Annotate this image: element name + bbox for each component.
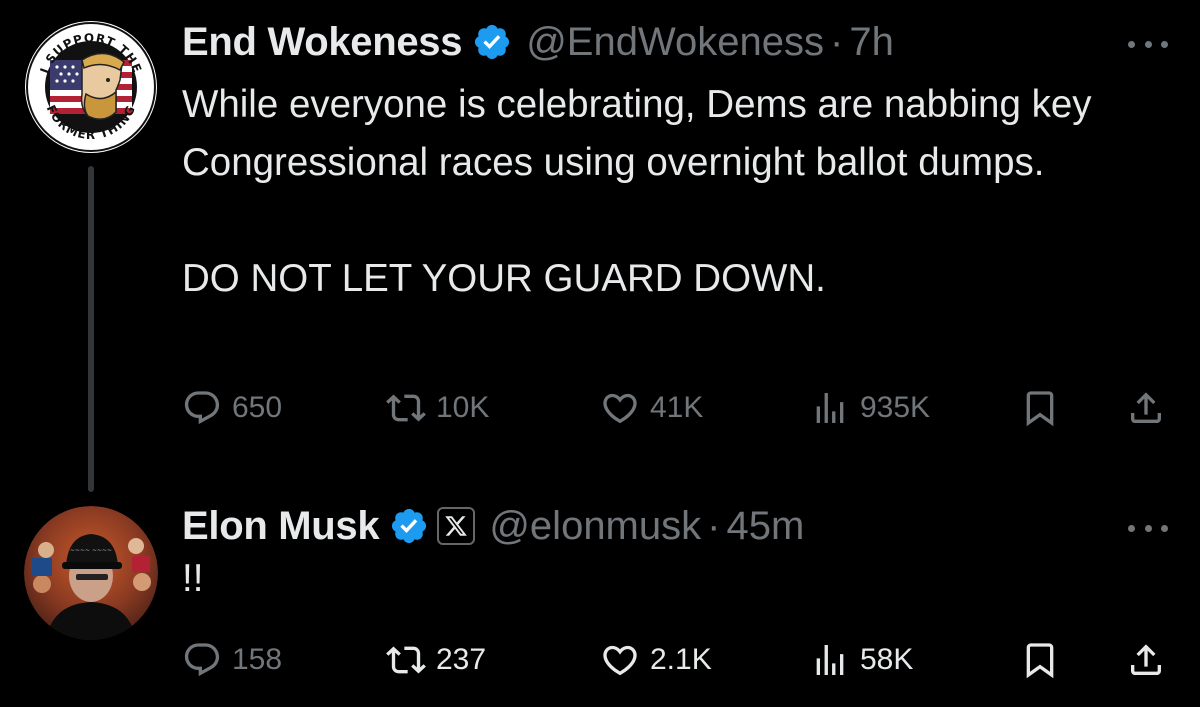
retweet-count: 10K — [436, 391, 490, 424]
retweet-count: 237 — [436, 643, 487, 676]
views-count: 935K — [860, 391, 931, 424]
separator-dot: · — [830, 19, 844, 64]
bookmark-button[interactable] — [1020, 638, 1060, 682]
reply-icon — [184, 391, 220, 425]
heart-icon — [603, 393, 637, 424]
reply-count: 650 — [232, 391, 283, 424]
svg-text:~~~~ ~~~~: ~~~~ ~~~~ — [70, 547, 112, 554]
tweet-actions: 650 10K 41K 935K — [182, 386, 1172, 430]
reply-button[interactable]: 158 — [182, 638, 282, 682]
x-logo-icon[interactable] — [437, 507, 476, 545]
separator-dot: · — [707, 503, 721, 548]
views-button[interactable]: 58K — [810, 638, 913, 682]
like-button[interactable]: 41K — [600, 386, 703, 430]
more-options-icon[interactable] — [1128, 34, 1168, 54]
display-name[interactable]: Elon Musk — [182, 504, 380, 549]
retweet-button[interactable]: 237 — [386, 638, 486, 682]
handle[interactable]: @elonmusk — [489, 504, 701, 549]
more-options-icon[interactable] — [1128, 518, 1168, 538]
reply-icon — [184, 643, 220, 677]
tweet-end-wokeness[interactable]: I SUPPORT THE FORMER THING End Wokeness … — [0, 0, 1200, 492]
views-count: 58K — [860, 643, 914, 676]
avatar-image: ~~~~ ~~~~ — [24, 506, 158, 640]
like-count: 2.1K — [650, 643, 712, 676]
tweet-header: Elon Musk @elonmusk · 45m — [182, 498, 1160, 554]
share-button[interactable] — [1126, 638, 1166, 682]
bookmark-button[interactable] — [1020, 386, 1060, 430]
display-name[interactable]: End Wokeness — [182, 20, 463, 65]
handle[interactable]: @EndWokeness — [526, 20, 824, 65]
thread-line — [88, 166, 94, 492]
bookmark-icon — [1026, 391, 1054, 427]
verified-badge-icon[interactable] — [472, 22, 512, 62]
like-count: 41K — [650, 391, 704, 424]
heart-icon — [603, 645, 637, 676]
retweet-icon — [386, 394, 426, 422]
tweet-elon-musk[interactable]: ~~~~ ~~~~ Elon Musk @elonmusk · 45m !! 1… — [0, 490, 1200, 707]
views-button[interactable]: 935K — [810, 386, 930, 430]
tweet-text: While everyone is celebrating, Dems are … — [182, 83, 1092, 300]
share-button[interactable] — [1126, 386, 1166, 430]
reply-count: 158 — [232, 643, 283, 676]
retweet-icon — [386, 646, 426, 674]
tweet-actions: 158 237 2.1K 58K — [182, 638, 1172, 682]
bookmark-icon — [1026, 643, 1054, 679]
avatar-image: I SUPPORT THE FORMER THING — [25, 21, 157, 153]
avatar[interactable]: ~~~~ ~~~~ — [24, 506, 158, 640]
tweet-header: End Wokeness @EndWokeness · 7h — [182, 14, 1160, 70]
retweet-button[interactable]: 10K — [386, 386, 489, 430]
share-icon — [1131, 392, 1161, 423]
timestamp[interactable]: 45m — [726, 504, 804, 549]
verified-badge-icon[interactable] — [389, 506, 429, 546]
share-icon — [1131, 644, 1161, 675]
views-icon — [816, 393, 844, 423]
like-button[interactable]: 2.1K — [600, 638, 712, 682]
timestamp[interactable]: 7h — [849, 20, 894, 65]
tweet-text: !! — [182, 557, 204, 600]
avatar[interactable]: I SUPPORT THE FORMER THING — [24, 20, 158, 154]
views-icon — [816, 645, 844, 675]
reply-button[interactable]: 650 — [182, 386, 282, 430]
